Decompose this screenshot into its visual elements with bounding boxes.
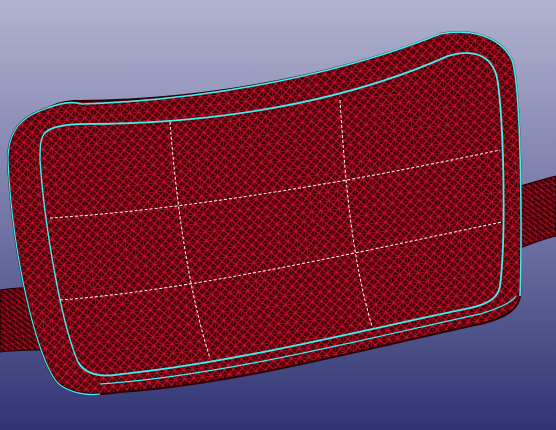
- graphics-viewport[interactable]: [0, 0, 556, 430]
- mesh-render[interactable]: [0, 0, 556, 430]
